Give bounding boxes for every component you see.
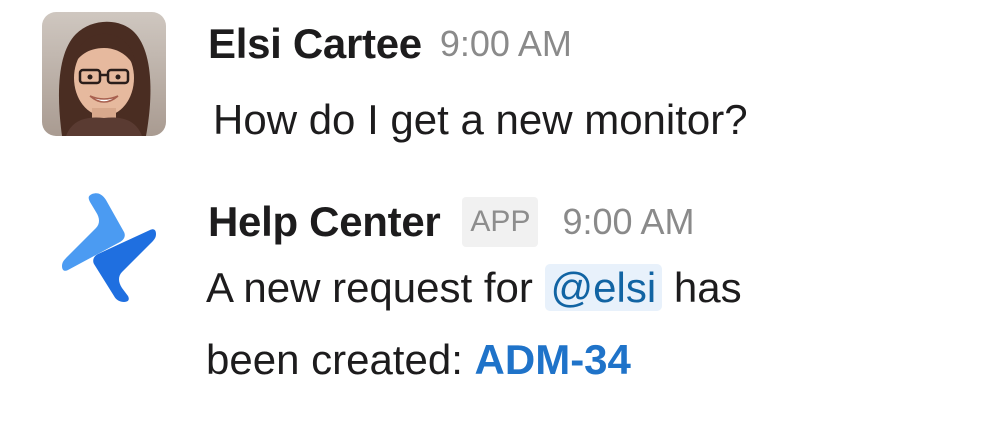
message-help-center: Help Center APP 9:00 AM A new request fo…	[0, 170, 999, 427]
message-header: Elsi Cartee 9:00 AM	[208, 14, 572, 74]
text-after-mention: has	[673, 264, 742, 311]
message-elsi: Elsi Cartee 9:00 AM How do I get a new m…	[0, 0, 999, 170]
message-line-2: been created: ADM-34	[206, 324, 742, 396]
message-header: Help Center APP 9:00 AM	[208, 192, 695, 252]
user-mention[interactable]: @elsi	[544, 264, 663, 311]
timestamp[interactable]: 9:00 AM	[562, 201, 694, 243]
sender-name[interactable]: Elsi Cartee	[208, 20, 422, 68]
message-text: How do I get a new monitor?	[213, 84, 748, 156]
ticket-link[interactable]: ADM-34	[475, 336, 631, 383]
text-line-2: been created:	[206, 336, 463, 383]
message-text: A new request for @elsi has been created…	[206, 252, 742, 396]
message-text-content: How do I get a new monitor?	[213, 96, 748, 143]
timestamp[interactable]: 9:00 AM	[440, 23, 572, 65]
text-before-mention: A new request for	[206, 264, 533, 311]
sender-name[interactable]: Help Center	[208, 198, 441, 246]
message-line-1: A new request for @elsi has	[206, 252, 742, 324]
help-center-logo-icon[interactable]	[58, 192, 158, 302]
app-badge: APP	[462, 197, 539, 247]
avatar[interactable]	[42, 12, 166, 136]
